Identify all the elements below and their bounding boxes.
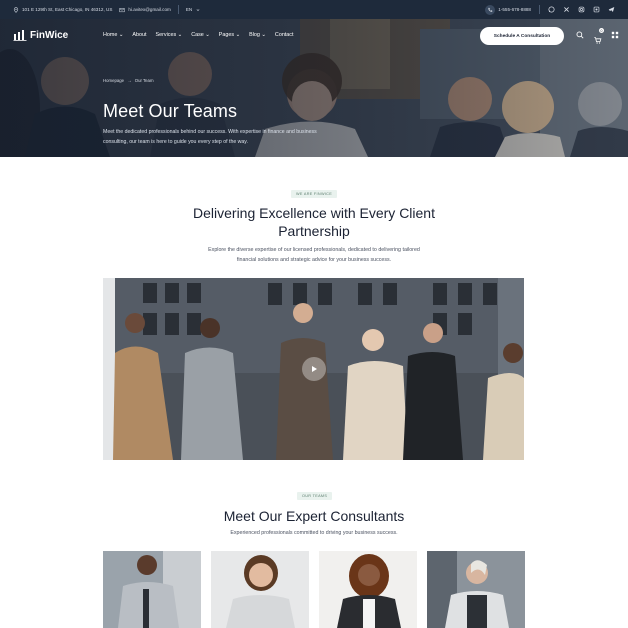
address-text: 101 E 129th St, East Chicago, IN 46312, … [22, 7, 113, 12]
phone-text: 1-555-678-8888 [498, 7, 531, 12]
divider [539, 5, 540, 14]
team-section-title: Meet Our Expert Consultants [223, 508, 405, 524]
nav-blog[interactable]: Blog ⌄ [249, 32, 266, 38]
team-member-photo [211, 551, 309, 628]
language-select[interactable]: EN [186, 7, 201, 13]
nav-contact[interactable]: Contact [275, 32, 294, 38]
divider [177, 5, 179, 14]
language-label: EN [185, 7, 193, 12]
section-title: Delivering Excellence with Every Client … [193, 205, 435, 239]
chevron-down-icon [196, 8, 200, 11]
telegram-icon[interactable] [608, 6, 615, 13]
nav-pages[interactable]: Pages ⌄ [219, 32, 240, 38]
page-title: Meet Our Teams [103, 101, 238, 121]
breadcrumb: Homepage → Our Team [103, 78, 154, 83]
nav-home[interactable]: Home ⌄ [103, 32, 123, 38]
main-menu: Home ⌄ About Services ⌄ Case ⌄ Pages ⌄ B… [103, 32, 294, 38]
team-member-card[interactable] [211, 551, 309, 628]
schedule-consultation-button[interactable]: Schedule A Consultation [480, 27, 564, 45]
x-icon[interactable] [563, 6, 570, 13]
play-icon [312, 366, 317, 372]
email[interactable]: hi.avitex@gmail.com [119, 7, 171, 13]
instagram-icon[interactable] [578, 6, 585, 13]
nav-case[interactable]: Case ⌄ [191, 32, 210, 38]
nav-about[interactable]: About [132, 32, 146, 38]
cart-button[interactable]: 0 [593, 28, 604, 49]
breadcrumb-current: Our Team [134, 78, 154, 83]
play-button[interactable] [302, 357, 326, 381]
breadcrumb-separator: → [127, 78, 132, 83]
team-member-photo [427, 551, 525, 628]
team-member-card[interactable] [319, 551, 417, 628]
cart-count-badge: 0 [599, 28, 604, 33]
address: 101 E 129th St, East Chicago, IN 46312, … [13, 6, 113, 13]
nav-services[interactable]: Services ⌄ [156, 32, 183, 38]
email-text: hi.avitex@gmail.com [128, 7, 171, 12]
team-member-card[interactable] [427, 551, 525, 628]
team-section-tag: OUR TEAMS [297, 492, 333, 500]
logo-text: FinWice [30, 29, 69, 41]
logo[interactable]: FinWice [13, 29, 68, 41]
mail-icon [119, 7, 126, 12]
breadcrumb-home[interactable]: Homepage [103, 78, 124, 83]
top-bar: 101 E 129th St, East Chicago, IN 46312, … [0, 0, 628, 19]
pinterest-icon[interactable] [593, 6, 600, 13]
team-member-card[interactable] [103, 551, 201, 628]
hero-description: Meet the dedicated professionals behind … [103, 129, 317, 145]
team-member-photo [319, 551, 417, 628]
header-actions: 0 [576, 28, 619, 49]
phone-icon [485, 4, 496, 15]
team-cards [103, 551, 525, 628]
section-tag: WE ARE FINWICE [291, 190, 338, 198]
cart-icon [594, 37, 602, 44]
location-pin-icon [13, 6, 19, 13]
search-icon[interactable] [576, 31, 584, 39]
team-section-description: Experienced professionals committed to d… [230, 530, 398, 536]
menu-grid-icon[interactable] [611, 31, 619, 39]
whatsapp-icon[interactable] [548, 6, 555, 13]
team-member-photo [103, 551, 201, 628]
phone[interactable]: 1-555-678-8888 [485, 4, 531, 15]
section-description: Explore the diverse expertise of our lic… [208, 247, 420, 264]
logo-bars-icon [13, 30, 27, 41]
